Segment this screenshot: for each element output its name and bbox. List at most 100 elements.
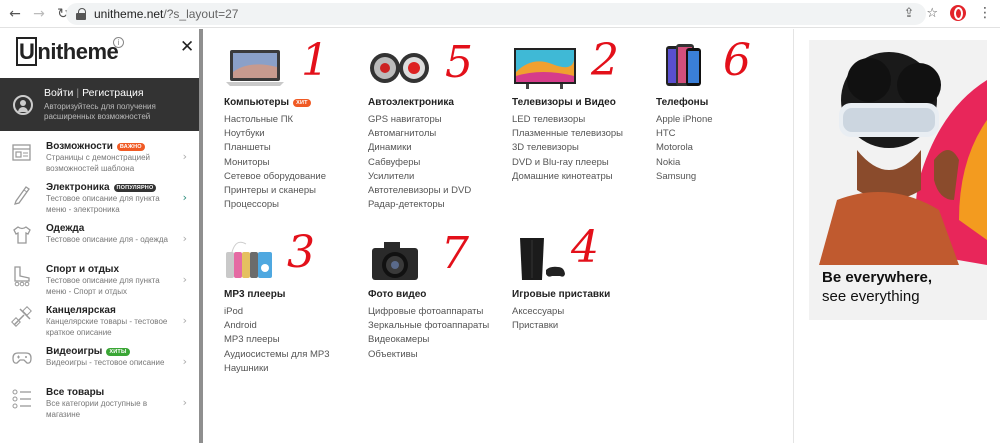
- sidebar-item-sport[interactable]: Спорт и отдых Тестовое описание для пунк…: [0, 260, 199, 301]
- sidebar-item-desc: Страницы с демонстрацией: [46, 153, 151, 162]
- category-link[interactable]: Зеркальные фотоаппараты: [368, 319, 508, 333]
- category-title[interactable]: Автоэлектроника: [368, 97, 508, 108]
- sidebar-item-desc: Тестовое описание для - одежда: [46, 235, 168, 244]
- category-link[interactable]: Ноутбуки: [224, 127, 364, 141]
- category-link[interactable]: iPod: [224, 305, 364, 319]
- badge-hits: Хиты: [106, 347, 130, 356]
- arrow-left-icon[interactable]: ←: [6, 5, 24, 23]
- laptop-image[interactable]: [224, 42, 364, 97]
- promo-headline: Be everywhere,: [822, 269, 933, 286]
- category-link[interactable]: Сетевое оборудование: [224, 170, 364, 184]
- category-title[interactable]: Компьютеры Хит: [224, 97, 364, 108]
- sidebar-item-electronics[interactable]: Электроника Популярно Тестовое описание д…: [0, 178, 199, 219]
- category-link[interactable]: Усилители: [368, 170, 508, 184]
- sidebar-item-features[interactable]: Возможности Важно Страницы с демонстрацие…: [0, 137, 199, 178]
- camera-image[interactable]: [368, 234, 508, 289]
- category-title[interactable]: Телевизоры и Видео: [512, 97, 652, 108]
- sidebar-item-videogames[interactable]: Видеоигры Хиты Видеоигры - тестовое описа…: [0, 342, 199, 383]
- category-link[interactable]: Домашние кинотеатры: [512, 170, 652, 184]
- site-logo[interactable]: Unitheme: [16, 37, 119, 66]
- promo-banner[interactable]: Be everywhere, see everything: [809, 40, 987, 320]
- category-link[interactable]: Настольные ПК: [224, 113, 364, 127]
- category-link[interactable]: 3D телевизоры: [512, 141, 652, 155]
- arrow-right-icon[interactable]: →: [30, 5, 48, 23]
- register-link[interactable]: Регистрация: [82, 87, 143, 99]
- chevron-right-icon: ›: [182, 150, 187, 163]
- address-bar[interactable]: unitheme.net/?s_layout=27: [66, 3, 926, 25]
- login-link[interactable]: Войти: [44, 87, 73, 99]
- annotation-number: 7: [441, 228, 469, 279]
- chevron-right-icon: ›: [182, 314, 187, 327]
- user-avatar-icon[interactable]: [13, 94, 33, 115]
- info-icon[interactable]: i: [113, 37, 124, 48]
- category-link[interactable]: Мониторы: [224, 156, 364, 170]
- category-link[interactable]: Видеокамеры: [368, 333, 508, 347]
- category-link[interactable]: Android: [224, 319, 364, 333]
- category-link[interactable]: Nokia: [656, 156, 796, 170]
- opera-extension-icon[interactable]: [950, 5, 966, 21]
- category-title[interactable]: MP3 плееры: [224, 289, 364, 300]
- category-link[interactable]: Наушники: [224, 362, 364, 376]
- category-link[interactable]: Объективы: [368, 348, 508, 362]
- category-link[interactable]: Планшеты: [224, 141, 364, 155]
- auth-hint: Авторизуйтесь для получения расширенных …: [44, 102, 156, 122]
- layout-icon: [12, 144, 31, 161]
- sidebar-item-clothing[interactable]: Одежда Тестовое описание для - одежда ›: [0, 219, 199, 260]
- category-link[interactable]: Аксессуары: [512, 305, 652, 319]
- sidebar-item-title: Электроника: [46, 182, 110, 193]
- category-title[interactable]: Игровые приставки: [512, 289, 652, 300]
- category-link[interactable]: GPS навигаторы: [368, 113, 508, 127]
- category-link[interactable]: DVD и Blu-ray плееры: [512, 156, 652, 170]
- sidebar-item-all-products[interactable]: Все товары Все категории доступные в маг…: [0, 383, 199, 424]
- category-link[interactable]: Сабвуферы: [368, 156, 508, 170]
- category-link[interactable]: Автотелевизоры и DVD: [368, 184, 508, 198]
- category-link[interactable]: Радар-детекторы: [368, 198, 508, 212]
- sidebar-nav: Возможности Важно Страницы с демонстрацие…: [0, 137, 199, 424]
- category-link[interactable]: HTC: [656, 127, 796, 141]
- category-computers: Компьютеры Хит Настольные ПК Ноутбуки Пла…: [224, 42, 364, 212]
- browser-toolbar: ← → ↻ unitheme.net/?s_layout=27 ⇪ ☆ ⋮: [0, 0, 1000, 28]
- pen-icon: [14, 186, 30, 205]
- category-title-text: Телевизоры и Видео: [512, 97, 616, 108]
- category-link[interactable]: Цифровые фотоаппараты: [368, 305, 508, 319]
- tv-image[interactable]: [512, 42, 652, 97]
- sidebar-item-stationery[interactable]: Канцелярская Канцелярские товары - тесто…: [0, 301, 199, 342]
- category-title[interactable]: Фото видео: [368, 289, 508, 300]
- car-speakers-image[interactable]: [368, 42, 508, 97]
- sidebar-item-desc: магазине: [46, 410, 81, 419]
- category-link[interactable]: Аудиосистемы для MP3: [224, 348, 364, 362]
- category-link[interactable]: Динамики: [368, 141, 508, 155]
- sidebar-item-desc: Видеоигры - тестовое описание: [46, 358, 165, 367]
- category-link[interactable]: Apple iPhone: [656, 113, 796, 127]
- url-host: unitheme.net: [94, 7, 164, 21]
- category-link[interactable]: LED телевизоры: [512, 113, 652, 127]
- category-link[interactable]: Приставки: [512, 319, 652, 333]
- share-icon[interactable]: ⇪: [903, 6, 914, 21]
- category-link[interactable]: Принтеры и сканеры: [224, 184, 364, 198]
- sidebar-item-desc: меню - электроника: [46, 205, 120, 214]
- category-title-text: Телефоны: [656, 97, 709, 108]
- lock-icon[interactable]: [76, 8, 86, 20]
- sidebar-menu: Unitheme i ✕ Войти | Регистрация Авторизуй…: [0, 29, 203, 443]
- category-title[interactable]: Телефоны: [656, 97, 796, 108]
- annotation-number: 2: [591, 35, 619, 86]
- more-menu-icon[interactable]: ⋮: [978, 5, 992, 21]
- category-link[interactable]: Samsung: [656, 170, 796, 184]
- category-link[interactable]: MP3 плееры: [224, 333, 364, 347]
- url-text[interactable]: unitheme.net/?s_layout=27: [94, 7, 238, 21]
- star-icon[interactable]: ☆: [926, 6, 938, 21]
- category-link[interactable]: Автомагнитолы: [368, 127, 508, 141]
- badge-important: Важно: [116, 142, 145, 151]
- auth-hint-line2: расширенных возможностей: [44, 112, 151, 121]
- category-title-text: Фото видео: [368, 289, 427, 300]
- category-link[interactable]: Motorola: [656, 141, 796, 155]
- close-icon[interactable]: ✕: [180, 37, 194, 57]
- tools-icon: [11, 306, 32, 327]
- category-link[interactable]: Плазменные телевизоры: [512, 127, 652, 141]
- annotation-number: 4: [571, 222, 599, 273]
- sidebar-item-desc: Тестовое описание для пункта: [46, 194, 160, 203]
- sidebar-item-title: Спорт и отдых: [46, 264, 120, 275]
- rollerskate-icon: [14, 266, 30, 287]
- category-link[interactable]: Процессоры: [224, 198, 364, 212]
- sidebar-item-title: Возможности: [46, 141, 113, 152]
